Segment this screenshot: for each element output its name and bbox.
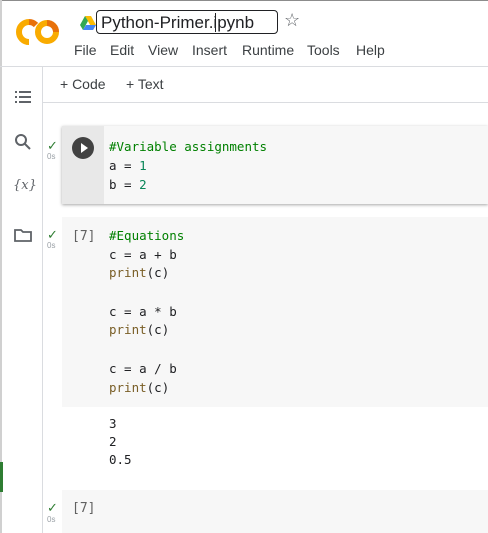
add-code-button[interactable]: + Code bbox=[60, 76, 106, 92]
cell3-run-time: 0s bbox=[47, 515, 56, 524]
toolbar-divider bbox=[43, 102, 488, 103]
menu-edit[interactable]: Edit bbox=[110, 42, 134, 58]
code-cell-3[interactable] bbox=[62, 490, 488, 533]
cell2-line-1: #Equations bbox=[109, 228, 185, 243]
menu-file[interactable]: File bbox=[74, 42, 97, 58]
star-icon[interactable]: ☆ bbox=[284, 10, 300, 31]
menu-insert[interactable]: Insert bbox=[192, 42, 227, 58]
cell1-line-3: b = 2 bbox=[109, 177, 147, 192]
output-line-1: 3 bbox=[109, 416, 117, 431]
cell1-line-2: a = 1 bbox=[109, 158, 147, 173]
left-edge-green-marker bbox=[0, 462, 3, 492]
colab-logo-icon[interactable] bbox=[16, 18, 62, 46]
sidebar-divider bbox=[42, 67, 43, 533]
google-drive-icon[interactable] bbox=[80, 16, 96, 30]
cell2-line-5: c = a * b bbox=[109, 304, 177, 319]
folder-icon[interactable] bbox=[14, 226, 32, 244]
add-text-button[interactable]: + Text bbox=[126, 76, 164, 92]
menu-view[interactable]: View bbox=[148, 42, 178, 58]
notebook-title-input[interactable]: Python-Primer.ipynb bbox=[96, 10, 278, 34]
left-window-edge bbox=[0, 0, 2, 533]
cell2-line-6: print(c) bbox=[109, 322, 170, 337]
cell1-run-time: 0s bbox=[47, 152, 56, 161]
menu-help[interactable]: Help bbox=[356, 42, 385, 58]
cell2-line-3: print(c) bbox=[109, 265, 170, 280]
cell2-line-2: c = a + b bbox=[109, 247, 177, 262]
menu-tools[interactable]: Tools bbox=[307, 42, 340, 58]
cell2-execution-count: [7] bbox=[72, 229, 96, 244]
cell2-line-8: c = a / b bbox=[109, 361, 177, 376]
variables-icon[interactable]: {x} bbox=[13, 178, 37, 193]
cell2-line-9: print(c) bbox=[109, 380, 170, 395]
window-top-border bbox=[0, 0, 488, 1]
run-cell-button[interactable] bbox=[72, 137, 94, 159]
header-divider bbox=[0, 66, 488, 67]
cell3-status-check-icon: ✓ bbox=[47, 500, 58, 515]
search-icon[interactable] bbox=[14, 133, 32, 151]
output-line-3: 0.5 bbox=[109, 452, 132, 467]
cell2-run-time: 0s bbox=[47, 241, 56, 250]
cell3-execution-count: [7] bbox=[72, 501, 96, 516]
output-line-2: 2 bbox=[109, 434, 117, 449]
menu-runtime[interactable]: Runtime bbox=[242, 42, 294, 58]
text-cursor bbox=[215, 13, 216, 32]
table-of-contents-icon[interactable] bbox=[14, 88, 32, 106]
cell1-line-1: #Variable assignments bbox=[109, 139, 268, 154]
play-icon bbox=[81, 143, 88, 153]
